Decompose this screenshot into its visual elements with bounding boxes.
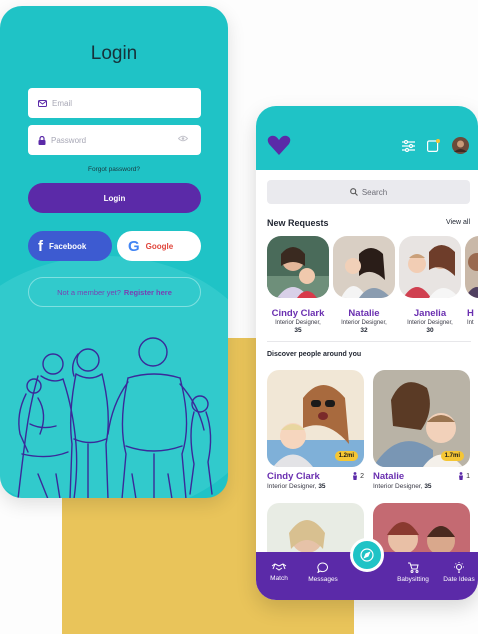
request-role: Int	[467, 320, 474, 326]
filter-icon[interactable]	[402, 140, 415, 152]
password-placeholder: Password	[51, 135, 87, 145]
google-icon: G	[128, 237, 140, 255]
compass-icon	[360, 548, 374, 562]
person-photo: 1.2mi	[267, 370, 364, 467]
request-name: Janelia	[413, 308, 447, 319]
mail-icon	[38, 99, 47, 107]
person-role-text: Interior Designer,	[267, 483, 317, 490]
tab-babysitting-label: Babysitting	[397, 576, 429, 583]
request-role: Interior Designer,	[407, 320, 453, 326]
request-card[interactable]: Natalie Interior Designer, 32	[333, 236, 395, 334]
kids-count: 2	[352, 472, 364, 480]
tab-date-ideas-label: Date Ideas	[443, 576, 475, 583]
search-placeholder: Search	[361, 187, 388, 197]
search-icon	[349, 188, 358, 196]
app-screen: Search New Requests View all Cindy Clark…	[256, 106, 478, 600]
chat-bubble-icon	[317, 562, 328, 573]
request-photo	[267, 236, 329, 298]
tab-babysitting[interactable]: Babysitting	[392, 562, 434, 583]
request-name: H	[467, 308, 474, 319]
register-link: Register here	[123, 287, 172, 297]
stroller-icon	[408, 562, 419, 573]
child-icon	[353, 472, 358, 480]
divider	[267, 341, 471, 342]
google-button[interactable]: G Google	[117, 231, 201, 261]
register-button[interactable]: Not a member yet? Register here	[28, 277, 201, 307]
bulb-icon	[454, 562, 464, 573]
discover-title: Discover people around you	[267, 351, 362, 358]
person-role-text: Interior Designer,	[373, 483, 423, 490]
kids-count: 1	[458, 472, 470, 480]
tab-date-ideas[interactable]: Date Ideas	[440, 562, 478, 583]
request-name: Cindy Clark	[271, 308, 325, 319]
request-role: Interior Designer,	[275, 320, 321, 326]
search-input[interactable]: Search	[267, 180, 470, 204]
register-prefix: Not a member yet?	[57, 287, 121, 297]
tab-match[interactable]: Match	[264, 562, 294, 582]
request-age: 35	[294, 327, 302, 334]
view-all-link[interactable]: View all	[446, 219, 470, 226]
distance-badge: 1.2mi	[334, 451, 358, 461]
person-photo: 1.7mi	[373, 370, 470, 467]
request-card[interactable]: Cindy Clark Interior Designer, 35	[267, 236, 329, 334]
compass-button[interactable]	[350, 538, 384, 572]
login-screen: Login Email Password Forgot password? Lo…	[0, 6, 228, 498]
new-requests-title: New Requests	[267, 218, 329, 228]
request-age: 32	[360, 327, 368, 334]
app-header	[256, 106, 478, 170]
notes-icon[interactable]	[427, 139, 440, 152]
request-photo	[399, 236, 461, 298]
person-name: Natalie	[373, 471, 405, 482]
person-role: Interior Designer, 35	[267, 483, 364, 490]
request-role: Interior Designer,	[341, 320, 387, 326]
request-name: Natalie	[348, 308, 380, 319]
eye-icon[interactable]	[178, 135, 188, 142]
child-icon	[459, 472, 464, 480]
request-photo	[333, 236, 395, 298]
request-card[interactable]: H Int	[465, 236, 478, 326]
lock-icon	[38, 135, 46, 145]
handshake-icon	[271, 563, 287, 571]
avatar[interactable]	[452, 137, 469, 154]
person-role: Interior Designer, 35	[373, 483, 470, 490]
password-field[interactable]: Password	[28, 125, 201, 155]
facebook-button-label: Facebook	[49, 241, 87, 251]
tab-match-label: Match	[270, 575, 288, 582]
person-card[interactable]: 1.7mi Natalie 1 Interior Designer, 35	[373, 370, 470, 490]
request-card[interactable]: Janelia Interior Designer, 30	[399, 236, 461, 334]
kids-count-value: 2	[360, 472, 364, 480]
kids-count-value: 1	[466, 472, 470, 480]
person-age: 35	[424, 483, 432, 490]
tab-messages-label: Messages	[308, 576, 338, 583]
person-name: Cindy Clark	[267, 471, 320, 482]
page-title: Login	[90, 43, 138, 64]
request-age: 30	[426, 327, 434, 334]
showcase-canvas: Login Email Password Forgot password? Lo…	[0, 0, 478, 634]
person-card[interactable]: 1.2mi Cindy Clark 2 Interior Designer, 3…	[267, 370, 364, 490]
person-age: 35	[318, 483, 326, 490]
email-placeholder: Email	[52, 98, 73, 108]
request-photo	[465, 236, 478, 298]
tab-messages[interactable]: Messages	[302, 562, 344, 583]
login-button[interactable]: Login	[28, 183, 201, 213]
email-field[interactable]: Email	[28, 88, 201, 118]
distance-badge: 1.7mi	[440, 451, 464, 461]
family-illustration	[17, 337, 213, 498]
heart-logo-icon	[267, 135, 291, 155]
google-button-label: Google	[145, 241, 174, 251]
facebook-button[interactable]: f Facebook	[28, 231, 112, 261]
facebook-icon: f	[38, 237, 43, 255]
forgot-password-link[interactable]: Forgot password?	[0, 166, 228, 173]
